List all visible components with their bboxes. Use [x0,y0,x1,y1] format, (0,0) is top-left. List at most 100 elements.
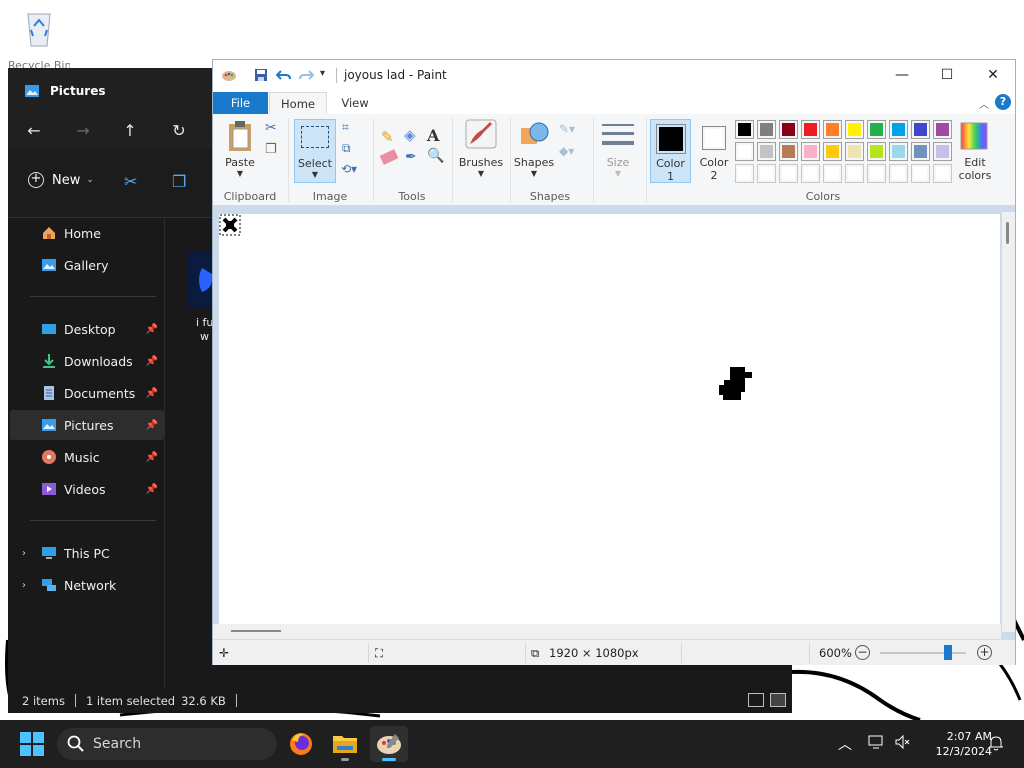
pin-icon[interactable]: 📌 [146,484,158,495]
back-arrow-icon[interactable]: ← [22,121,46,141]
palette-swatch[interactable] [933,120,952,139]
palette-swatch[interactable] [911,142,930,161]
tab-view[interactable]: View [331,92,379,114]
details-view-icon[interactable] [748,693,764,707]
palette-swatch[interactable] [735,142,754,161]
maximize-button[interactable]: ☐ [924,60,970,90]
sidebar-item-gallery[interactable]: Gallery [10,250,164,280]
palette-swatch[interactable] [735,120,754,139]
copy-icon[interactable]: ❐ [265,142,277,157]
redo-icon[interactable] [298,67,314,83]
zoom-in-button[interactable]: + [977,645,992,660]
cut-icon[interactable]: ✂ [265,120,277,136]
tab-home[interactable]: Home [269,92,327,114]
pencil-icon[interactable]: ✎ [381,128,394,146]
pin-icon[interactable]: 📌 [146,420,158,431]
color1-button[interactable]: Color 1 [650,119,691,183]
sidebar-item-home[interactable]: Home [10,218,164,248]
taskbar-file-explorer[interactable] [326,726,364,762]
resize-icon[interactable]: ⧉ [342,141,351,156]
network-status-icon[interactable] [868,734,886,750]
quick-access-dropdown-icon[interactable]: ▾ [320,68,325,79]
windows-start-icon[interactable] [20,732,44,756]
volume-muted-icon[interactable] [894,734,910,750]
palette-swatch[interactable] [911,120,930,139]
outline-icon[interactable]: ✎▾ [559,122,575,136]
pin-icon[interactable]: 📌 [146,356,158,367]
notification-bell-icon[interactable] [988,734,1004,752]
palette-swatch[interactable] [845,120,864,139]
vertical-scrollbar[interactable] [1002,212,1015,632]
palette-swatch[interactable] [823,142,842,161]
sidebar-item-music[interactable]: Music 📌 [10,442,164,472]
magnifier-icon[interactable]: 🔍 [427,148,444,164]
color-picker-icon[interactable]: ✒ [405,149,417,165]
new-button[interactable]: + New ⌄ [28,172,94,188]
eraser-icon[interactable] [379,149,399,165]
cut-icon[interactable]: ✂ [124,172,137,191]
explorer-tab-pictures[interactable]: Pictures [8,68,214,114]
copy-icon[interactable]: ❐ [172,172,186,191]
palette-swatch[interactable] [735,164,754,183]
close-button[interactable]: ✕ [970,60,1016,90]
palette-swatch[interactable] [823,164,842,183]
zoom-out-button[interactable]: − [855,645,870,660]
fill-icon[interactable]: ◆▾ [559,144,574,158]
scroll-thumb[interactable] [1006,222,1009,244]
palette-swatch[interactable] [757,120,776,139]
chevron-right-icon[interactable]: › [22,548,26,559]
save-icon[interactable] [253,67,269,83]
refresh-icon[interactable]: ↻ [167,121,191,141]
rotate-icon[interactable]: ⟲▾ [341,162,357,176]
chevron-right-icon[interactable]: › [22,580,26,591]
palette-swatch[interactable] [779,120,798,139]
help-button[interactable]: ? [995,94,1011,110]
palette-swatch[interactable] [889,120,908,139]
palette-swatch[interactable] [757,142,776,161]
sidebar-item-videos[interactable]: Videos 📌 [10,474,164,504]
sidebar-item-downloads[interactable]: Downloads 📌 [10,346,164,376]
recycle-bin-shortcut[interactable]: Recycle Bin [8,8,70,71]
taskbar-clock[interactable]: 2:07 AM 12/3/2024 [922,729,992,759]
palette-swatch[interactable] [867,164,886,183]
pin-icon[interactable]: 📌 [146,388,158,399]
taskbar-firefox[interactable] [282,726,320,762]
drawing-canvas[interactable] [219,214,1000,625]
pin-icon[interactable]: 📌 [146,324,158,335]
palette-swatch[interactable] [933,164,952,183]
tab-file[interactable]: File [213,92,268,114]
palette-swatch[interactable] [779,142,798,161]
large-icons-view-icon[interactable] [770,693,786,707]
sidebar-item-desktop[interactable]: Desktop 📌 [10,314,164,344]
palette-swatch[interactable] [779,164,798,183]
sidebar-item-this-pc[interactable]: › This PC [10,538,164,568]
palette-swatch[interactable] [867,142,886,161]
palette-swatch[interactable] [933,142,952,161]
zoom-slider[interactable] [880,652,966,654]
sidebar-item-documents[interactable]: Documents 📌 [10,378,164,408]
forward-arrow-icon[interactable]: → [71,121,95,141]
chevron-up-icon[interactable]: ︿ [838,734,852,754]
palette-swatch[interactable] [757,164,776,183]
select-button[interactable]: Select ▼ [294,119,336,183]
taskbar-search[interactable]: Search [57,728,277,760]
sidebar-item-pictures[interactable]: Pictures 📌 [10,410,164,440]
horizontal-scrollbar[interactable] [213,624,1001,639]
palette-swatch[interactable] [845,142,864,161]
collapse-ribbon-icon[interactable]: ︿ [979,96,989,111]
palette-swatch[interactable] [823,120,842,139]
palette-swatch[interactable] [801,120,820,139]
palette-swatch[interactable] [845,164,864,183]
minimize-button[interactable]: — [879,60,925,90]
scroll-thumb[interactable] [231,630,281,632]
palette-swatch[interactable] [889,142,908,161]
text-tool-icon[interactable]: A [427,126,439,145]
sidebar-item-network[interactable]: › Network [10,570,164,600]
palette-swatch[interactable] [867,120,886,139]
palette-swatch[interactable] [911,164,930,183]
undo-icon[interactable] [276,67,292,83]
pin-icon[interactable]: 📌 [146,452,158,463]
palette-swatch[interactable] [801,142,820,161]
palette-swatch[interactable] [889,164,908,183]
palette-swatch[interactable] [801,164,820,183]
